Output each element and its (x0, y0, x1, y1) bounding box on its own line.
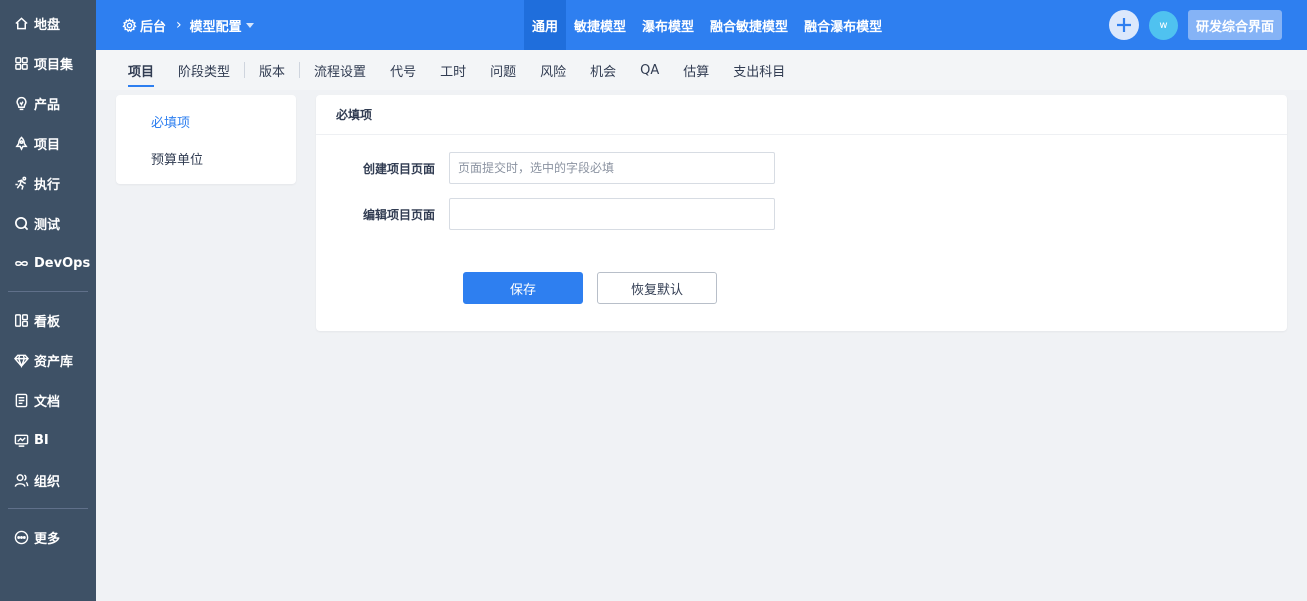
sidebar-item-assets[interactable]: 资产库 (0, 340, 96, 380)
rd-home-button[interactable]: 研发综合界面 (1187, 10, 1282, 40)
sidebar-item-label: DevOps (34, 255, 91, 271)
sidebar-item-label: 执行 (34, 177, 61, 193)
sidebar-item-devops[interactable]: DevOps (0, 243, 96, 283)
top-header: 后台 › 模型配置 通用 敏捷模型 瀑布模型 融合敏捷模型 融合瀑布模型 w 研… (96, 0, 1307, 50)
sidebar-item-project[interactable]: 项目 (0, 123, 96, 163)
subnav-risk[interactable]: 风险 (528, 50, 578, 90)
left-menu: 必填项 预算单位 (116, 95, 296, 184)
subnav-project[interactable]: 项目 (116, 50, 166, 90)
sidebar-item-organization[interactable]: 组织 (0, 460, 96, 500)
panel-title: 必填项 (316, 95, 1287, 135)
magnify-icon (15, 216, 29, 230)
sidebar-item-label: 文档 (34, 394, 61, 410)
breadcrumb-current[interactable]: 模型配置 (190, 16, 242, 35)
sidebar-item-label: 看板 (34, 314, 61, 330)
sidebar-divider (8, 508, 88, 509)
required-fields-panel: 必填项 创建项目页面 编辑项目页面 保存 恢复默认 (316, 95, 1287, 331)
sidebar-item-label: 产品 (34, 97, 61, 113)
subnav-expense[interactable]: 支出科目 (721, 50, 797, 90)
sidebar-item-kanban[interactable]: 看板 (0, 300, 96, 340)
caret-down-icon[interactable] (245, 22, 254, 28)
document-icon (15, 393, 28, 407)
sidebar-item-bi[interactable]: BI (0, 420, 96, 460)
edit-page-label: 编辑项目页面 (362, 207, 435, 222)
users-icon (14, 473, 29, 487)
header-actions: w 研发综合界面 (1108, 0, 1282, 50)
form-row-create: 创建项目页面 (316, 152, 775, 184)
subnav-issue[interactable]: 问题 (478, 50, 528, 90)
breadcrumb-root[interactable]: 后台 (140, 16, 166, 35)
more-icon (14, 530, 29, 544)
tab-agile-model[interactable]: 敏捷模型 (566, 0, 634, 50)
menu-item-required-fields[interactable]: 必填项 (116, 103, 296, 140)
tab-hybrid-waterfall-model[interactable]: 融合瀑布模型 (796, 0, 890, 50)
sidebar-item-test[interactable]: 测试 (0, 203, 96, 243)
subnav-qa[interactable]: QA (628, 50, 671, 90)
restore-default-button[interactable]: 恢复默认 (597, 272, 717, 304)
gear-icon (122, 17, 137, 32)
sidebar-item-label: 项目 (34, 137, 61, 153)
menu-item-budget-unit[interactable]: 预算单位 (116, 140, 296, 177)
run-icon (15, 176, 27, 190)
breadcrumb: 后台 › 模型配置 (122, 0, 254, 50)
edit-page-input[interactable] (449, 198, 775, 230)
sidebar-item-program[interactable]: 项目集 (0, 43, 96, 83)
sidebar-item-docs[interactable]: 文档 (0, 380, 96, 420)
subnav-divider (299, 62, 301, 78)
sidebar: 地盘 项目集 产品 项目 执行 测试 DevOps 看板 资产库 文档 BI 组… (0, 0, 96, 601)
tab-general[interactable]: 通用 (524, 0, 567, 50)
sidebar-item-execution[interactable]: 执行 (0, 163, 96, 203)
subnav-divider (244, 62, 246, 78)
sidebar-item-label: 更多 (34, 531, 61, 547)
avatar[interactable]: w (1148, 10, 1178, 40)
tab-waterfall-model[interactable]: 瀑布模型 (634, 0, 702, 50)
sub-nav: 项目 阶段类型 版本 流程设置 代号 工时 问题 风险 机会 QA 估算 支出科… (96, 50, 1307, 90)
save-button[interactable]: 保存 (463, 272, 583, 304)
subnav-opportunity[interactable]: 机会 (578, 50, 628, 90)
diamond-icon (14, 354, 29, 368)
kanban-icon (14, 313, 29, 327)
plus-icon (1116, 18, 1131, 32)
sidebar-item-label: 项目集 (34, 57, 74, 73)
home-icon (15, 16, 28, 29)
sidebar-item-more[interactable]: 更多 (0, 517, 96, 557)
create-page-input[interactable] (449, 152, 775, 184)
create-button[interactable] (1108, 10, 1139, 40)
model-tabs: 通用 敏捷模型 瀑布模型 融合敏捷模型 融合瀑布模型 (524, 0, 890, 50)
subnav-workflow[interactable]: 流程设置 (302, 50, 378, 90)
flask-icon (15, 135, 28, 151)
sidebar-item-dashboard[interactable]: 地盘 (0, 3, 96, 43)
sidebar-item-label: 资产库 (34, 354, 74, 370)
lightbulb-icon (16, 96, 27, 110)
sidebar-divider (8, 291, 88, 292)
sidebar-item-label: 组织 (34, 474, 61, 490)
form-row-edit: 编辑项目页面 (316, 198, 775, 230)
sidebar-item-label: 测试 (34, 217, 61, 233)
subnav-stage-type[interactable]: 阶段类型 (166, 50, 242, 90)
infinity-icon (15, 260, 28, 266)
sidebar-item-label: 地盘 (34, 17, 61, 33)
grid-icon (15, 56, 28, 70)
tab-hybrid-agile-model[interactable]: 融合敏捷模型 (702, 0, 796, 50)
subnav-effort[interactable]: 工时 (428, 50, 478, 90)
monitor-icon (14, 434, 29, 447)
create-page-label: 创建项目页面 (362, 161, 435, 176)
chevron-right-icon: › (176, 17, 182, 33)
subnav-code[interactable]: 代号 (378, 50, 428, 90)
sidebar-item-product[interactable]: 产品 (0, 83, 96, 123)
subnav-version[interactable]: 版本 (247, 50, 297, 90)
subnav-estimate[interactable]: 估算 (671, 50, 721, 90)
sidebar-item-label: BI (34, 432, 49, 448)
